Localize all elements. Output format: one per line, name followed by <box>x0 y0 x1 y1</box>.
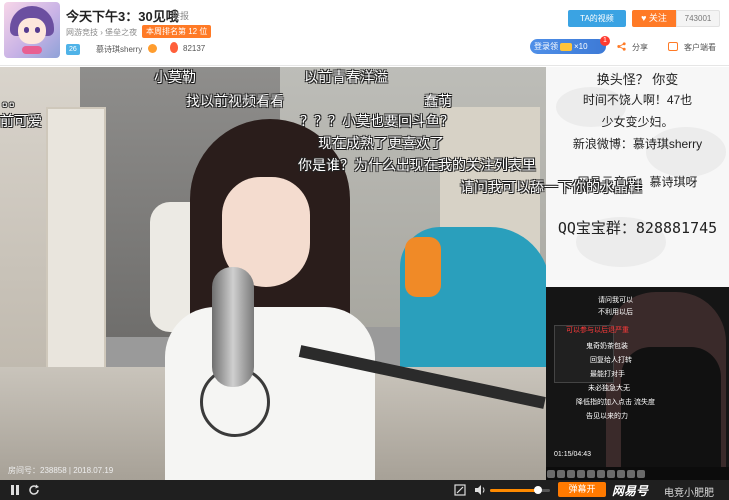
follow-label: 关注 <box>648 13 667 23</box>
taskbar-app-icon <box>587 470 595 478</box>
gift-box-icon <box>560 42 572 51</box>
follow-count: 743001 <box>676 10 720 27</box>
login-count: ×10 <box>574 42 588 51</box>
danmaku-comment: 以前青春洋溢 <box>304 70 388 86</box>
danmaku-comment: 找以前视频看看 <box>186 94 284 110</box>
pip-time: 01:15/04:43 <box>554 451 591 458</box>
panel-text-line: 换头怪？ 你变 <box>596 72 679 87</box>
pip-text-line: 不利用以后 <box>598 309 633 316</box>
player-control-bar: 弹幕开 网易号 电竞小肥肥 <box>0 480 729 500</box>
volume-slider[interactable] <box>490 486 550 494</box>
pip-text-line: 未必独急大无 <box>588 385 630 392</box>
pip-text-line: 可以参与以后退严重 <box>566 327 629 334</box>
category-breadcrumb[interactable]: 网游竞技 › 堡垒之夜 <box>66 27 137 38</box>
danmaku-comment: 请问我可以舔一下你的水晶鞋 <box>460 180 642 196</box>
room-id-date: 房间号：238858 | 2018.07.19 <box>8 466 114 475</box>
live-room-page: { "header": { "title": "今天下午3：30见哦", "re… <box>0 0 729 500</box>
pip-text-line: 鬼奇奶茶包装 <box>586 343 628 350</box>
microphone <box>212 267 254 387</box>
danmaku-comment: 你是谁？为什么出现在我的关注列表里 <box>298 158 536 174</box>
danmaku-comment: ？？？小莫也要回斗鱼？ <box>300 114 454 130</box>
room-header: 今天下午3：30见哦 举报 网游竞技 › 堡垒之夜 本周排名第 12 位 26 … <box>0 0 729 66</box>
scene-door <box>46 107 106 377</box>
pip-text-line: 最能打对手 <box>590 371 625 378</box>
pause-icon[interactable] <box>9 484 21 496</box>
volume-icon[interactable] <box>474 484 486 496</box>
edit-icon[interactable] <box>454 484 466 496</box>
his-video-label: TA的视频 <box>580 14 614 23</box>
heart-icon: ♥ <box>641 13 649 23</box>
share-label[interactable]: 分享 <box>632 42 648 53</box>
avatar-face <box>18 18 46 44</box>
taskbar-app-icon <box>607 470 615 478</box>
pip-text-line: 请问我可以 <box>598 297 633 304</box>
weekly-rank-badge[interactable]: 本周排名第 12 位 <box>142 25 212 38</box>
login-label: 登录领 <box>534 42 558 51</box>
taskbar-app-icon <box>547 470 555 478</box>
danmaku-comment: 。。 <box>2 94 23 110</box>
taskbar-app-icon <box>567 470 575 478</box>
pip-text-line: 降低指的加入点击 流失度 <box>576 399 655 406</box>
taskbar-app-icon <box>597 470 605 478</box>
report-link[interactable]: 举报 <box>171 9 189 22</box>
danmaku-comment: 小莫勒 <box>154 70 196 86</box>
his-video-button[interactable]: TA的视频 <box>568 10 626 27</box>
fire-icon <box>170 42 178 53</box>
taskbar-app-icon <box>577 470 585 478</box>
volume-knob[interactable] <box>534 486 542 494</box>
avatar-eye-right <box>35 27 40 33</box>
pip-taskbar <box>546 467 729 480</box>
taskbar-app-icon <box>637 470 645 478</box>
anchor-level-badge: 26 <box>66 44 80 55</box>
chat-icon[interactable] <box>148 44 157 53</box>
picture-in-picture[interactable]: 请问我可以 不利用以后 可以参与以后退严重 鬼奇奶茶包装 回复给人打转 最能打对… <box>546 287 729 480</box>
anchor-name[interactable]: 慕诗琪sherry <box>96 44 142 55</box>
panel-text-line: 时间不饶人啊！47也 <box>582 93 693 107</box>
share-icon[interactable] <box>617 42 626 51</box>
room-title: 今天下午3：30见哦 <box>66 9 179 24</box>
streamer-body <box>165 307 375 480</box>
watermark-author: 电竞小肥肥 <box>664 488 714 499</box>
weibo-text: 新浪微博：慕诗琪sherry <box>572 137 703 151</box>
client-label[interactable]: 客户端看 <box>684 42 716 53</box>
danmaku-comment: 前可爱 <box>0 114 42 130</box>
scene-pillow-orange <box>405 237 441 297</box>
live-video-player[interactable]: 请问我可以 不利用以后 可以参与以后退严重 鬼奇奶茶包装 回复给人打转 最能打对… <box>0 67 729 480</box>
taskbar-app-icon <box>627 470 635 478</box>
watermark-netease: 网易号 <box>612 484 649 498</box>
danmaku-comment: 蠢萌 <box>424 94 452 110</box>
hot-count: 82137 <box>183 44 206 53</box>
avatar-bow <box>22 46 42 54</box>
volume-fill <box>490 489 538 492</box>
avatar-eye-left <box>24 27 29 33</box>
danmaku-toggle-button[interactable]: 弹幕开 <box>558 482 606 497</box>
refresh-icon[interactable] <box>28 484 40 496</box>
qq-group-text: QQ宝宝群：828881745 <box>557 219 718 237</box>
taskbar-app-icon <box>557 470 565 478</box>
danmaku-comment: 现在成熟了更喜欢了 <box>318 136 444 152</box>
taskbar-app-icon <box>617 470 625 478</box>
pip-dress <box>621 347 721 480</box>
pip-text-line: 告见以来的力 <box>586 413 628 420</box>
follow-button[interactable]: ♥ 关注 <box>632 10 676 27</box>
notification-badge: 1 <box>600 36 610 46</box>
anchor-avatar[interactable] <box>4 2 60 58</box>
client-icon[interactable] <box>668 42 678 51</box>
panel-text-line: 少女变少妇。 <box>601 115 674 129</box>
pip-text-line: 回复给人打转 <box>590 357 632 364</box>
login-reward-button[interactable]: 登录领 ×10 <box>530 39 606 54</box>
